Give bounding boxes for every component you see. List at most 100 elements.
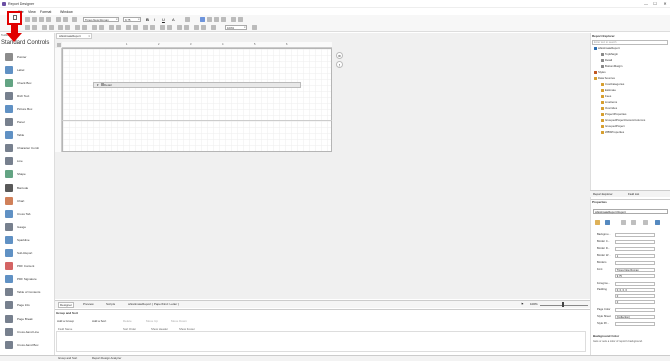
document-tab[interactable]: srEstimateReport ×	[56, 33, 92, 39]
property-value[interactable]: 1	[615, 253, 655, 258]
toolbox-item[interactable]: Page Info	[4, 300, 54, 312]
properties-smart-tag-icon[interactable]: ⚙	[336, 52, 343, 59]
link-icon[interactable]	[194, 25, 199, 30]
justify-icon[interactable]	[221, 17, 226, 22]
toolbox-item[interactable]: Line	[4, 156, 54, 168]
toolbox-item[interactable]: Chart	[4, 195, 54, 207]
toolbox-item[interactable]: Sub-Report	[4, 248, 54, 260]
toolbox-item[interactable]: Check Box	[4, 77, 54, 89]
report-canvas[interactable]	[62, 48, 332, 152]
toolbox-item[interactable]: Table of Contents	[4, 287, 54, 299]
zoom-select[interactable]: 100% ▾	[225, 25, 247, 30]
align-tops-icon[interactable]	[49, 25, 54, 30]
align-centers-icon[interactable]	[32, 25, 37, 30]
toolbox-item[interactable]: Label	[4, 64, 54, 76]
tab-report-explorer[interactable]: Report Explorer	[593, 192, 613, 196]
toolbox-item[interactable]: Sparkline	[4, 234, 54, 246]
font-family-select[interactable]: Times New Roman ▾	[83, 17, 119, 22]
toolbox-item[interactable]: Barcode	[4, 182, 54, 194]
property-value[interactable]	[615, 260, 655, 265]
zoom-slider-thumb[interactable]	[562, 302, 564, 307]
property-value[interactable]	[615, 246, 655, 251]
select-report-icon[interactable]	[57, 43, 61, 47]
bold-icon[interactable]: B	[146, 17, 149, 22]
tree-item[interactable]: srEstimateReport	[594, 46, 620, 50]
maximize-button[interactable]: ☐	[651, 1, 659, 7]
ungroup-icon[interactable]	[184, 25, 189, 30]
close-tab-icon[interactable]: ×	[88, 34, 90, 39]
ruler-toggle-icon[interactable]: ⚑	[521, 302, 524, 306]
snap-to-grid-icon[interactable]	[150, 25, 155, 30]
tree-item[interactable]: CostCategories	[601, 82, 624, 86]
new-report-button[interactable]	[7, 11, 22, 25]
toolbox-item[interactable]: Pointer	[4, 51, 54, 63]
toolbox-item[interactable]: Cross Tab	[4, 208, 54, 220]
tree-item[interactable]: GroupedProject	[601, 124, 625, 128]
toolbox-item[interactable]: Table	[4, 130, 54, 142]
property-value[interactable]	[615, 232, 655, 237]
collapse-icon[interactable]: ▾	[97, 83, 99, 87]
tab-field-list[interactable]: Field List	[628, 192, 639, 196]
delete-button[interactable]: Delete	[123, 319, 132, 323]
valign-top-icon[interactable]	[231, 17, 236, 22]
tree-item[interactable]: Estimate	[601, 88, 616, 92]
tree-item[interactable]: ProjectProperties	[601, 112, 626, 116]
property-value[interactable]	[615, 307, 655, 312]
categorized-icon[interactable]	[605, 220, 610, 225]
send-to-back-icon[interactable]	[143, 25, 148, 30]
cut-icon[interactable]	[25, 17, 30, 22]
object-selector[interactable]: srEstimateReport Report	[593, 209, 668, 214]
favorites-icon[interactable]	[655, 220, 660, 225]
tab-preview[interactable]: Preview	[83, 302, 94, 306]
show-grid-icon[interactable]	[160, 25, 165, 30]
tab-designer[interactable]: Designer	[58, 302, 75, 308]
align-middles-icon[interactable]	[58, 25, 63, 30]
align-bottoms-icon[interactable]	[65, 25, 70, 30]
font-size-select[interactable]: 9.75 ▾	[123, 17, 141, 22]
image-icon[interactable]	[201, 25, 206, 30]
property-value[interactable]: 0, 0, 0, 0	[615, 287, 655, 292]
valign-middle-icon[interactable]	[238, 17, 243, 22]
toolbox-item[interactable]: PDF Content	[4, 261, 54, 273]
tree-item[interactable]: Data Sources	[594, 76, 615, 80]
property-value[interactable]: (Collection)	[615, 314, 655, 319]
add-group-button[interactable]: Add a Group	[57, 319, 74, 323]
align-right-icon[interactable]	[214, 17, 219, 22]
bring-to-front-icon[interactable]	[133, 25, 138, 30]
vertical-spacing-icon[interactable]	[109, 25, 114, 30]
tasks-icon[interactable]	[595, 220, 600, 225]
delete-icon[interactable]	[46, 17, 51, 22]
property-value[interactable]: 0	[615, 299, 655, 304]
detail-band-header[interactable]	[93, 82, 301, 88]
tree-item[interactable]: Detail	[601, 58, 612, 62]
toolbox-item[interactable]: Page Break	[4, 313, 54, 325]
paste-icon[interactable]	[39, 17, 44, 22]
align-rights-icon[interactable]	[42, 25, 47, 30]
property-value[interactable]	[615, 321, 655, 326]
move-up-button[interactable]: Move Up	[146, 319, 158, 323]
make-same-size-icon[interactable]	[92, 25, 97, 30]
copy-icon[interactable]	[32, 17, 37, 22]
tree-item[interactable]: TopMargin	[601, 52, 618, 56]
move-down-button[interactable]: Move Down	[171, 319, 187, 323]
tree-item[interactable]: Fees	[601, 94, 611, 98]
close-button[interactable]: ✕	[661, 1, 669, 7]
toolbox-item[interactable]: PDF Signature	[4, 274, 54, 286]
toolbox-item[interactable]: Gauge	[4, 221, 54, 233]
fill-color-icon[interactable]	[185, 17, 190, 22]
menu-format[interactable]: Format	[40, 10, 51, 14]
toolbox-item[interactable]: Picture Box	[4, 103, 54, 115]
zoom-out-icon[interactable]	[211, 25, 216, 30]
italic-icon[interactable]: I	[154, 17, 155, 22]
pointer-tool-icon[interactable]	[72, 17, 77, 22]
property-value[interactable]	[615, 239, 655, 244]
explorer-search-input[interactable]: Enter text to search	[592, 40, 668, 45]
tab-scripts[interactable]: Scripts	[106, 302, 115, 306]
group-icon[interactable]	[177, 25, 182, 30]
minimize-button[interactable]: —	[642, 1, 650, 7]
property-value[interactable]: Times New Roman	[615, 267, 655, 272]
tree-item[interactable]: Overrides	[601, 106, 617, 110]
align-lefts-icon[interactable]	[25, 25, 30, 30]
center-vertically-icon[interactable]	[126, 25, 131, 30]
toolbox-item[interactable]: Character Comb	[4, 143, 54, 155]
